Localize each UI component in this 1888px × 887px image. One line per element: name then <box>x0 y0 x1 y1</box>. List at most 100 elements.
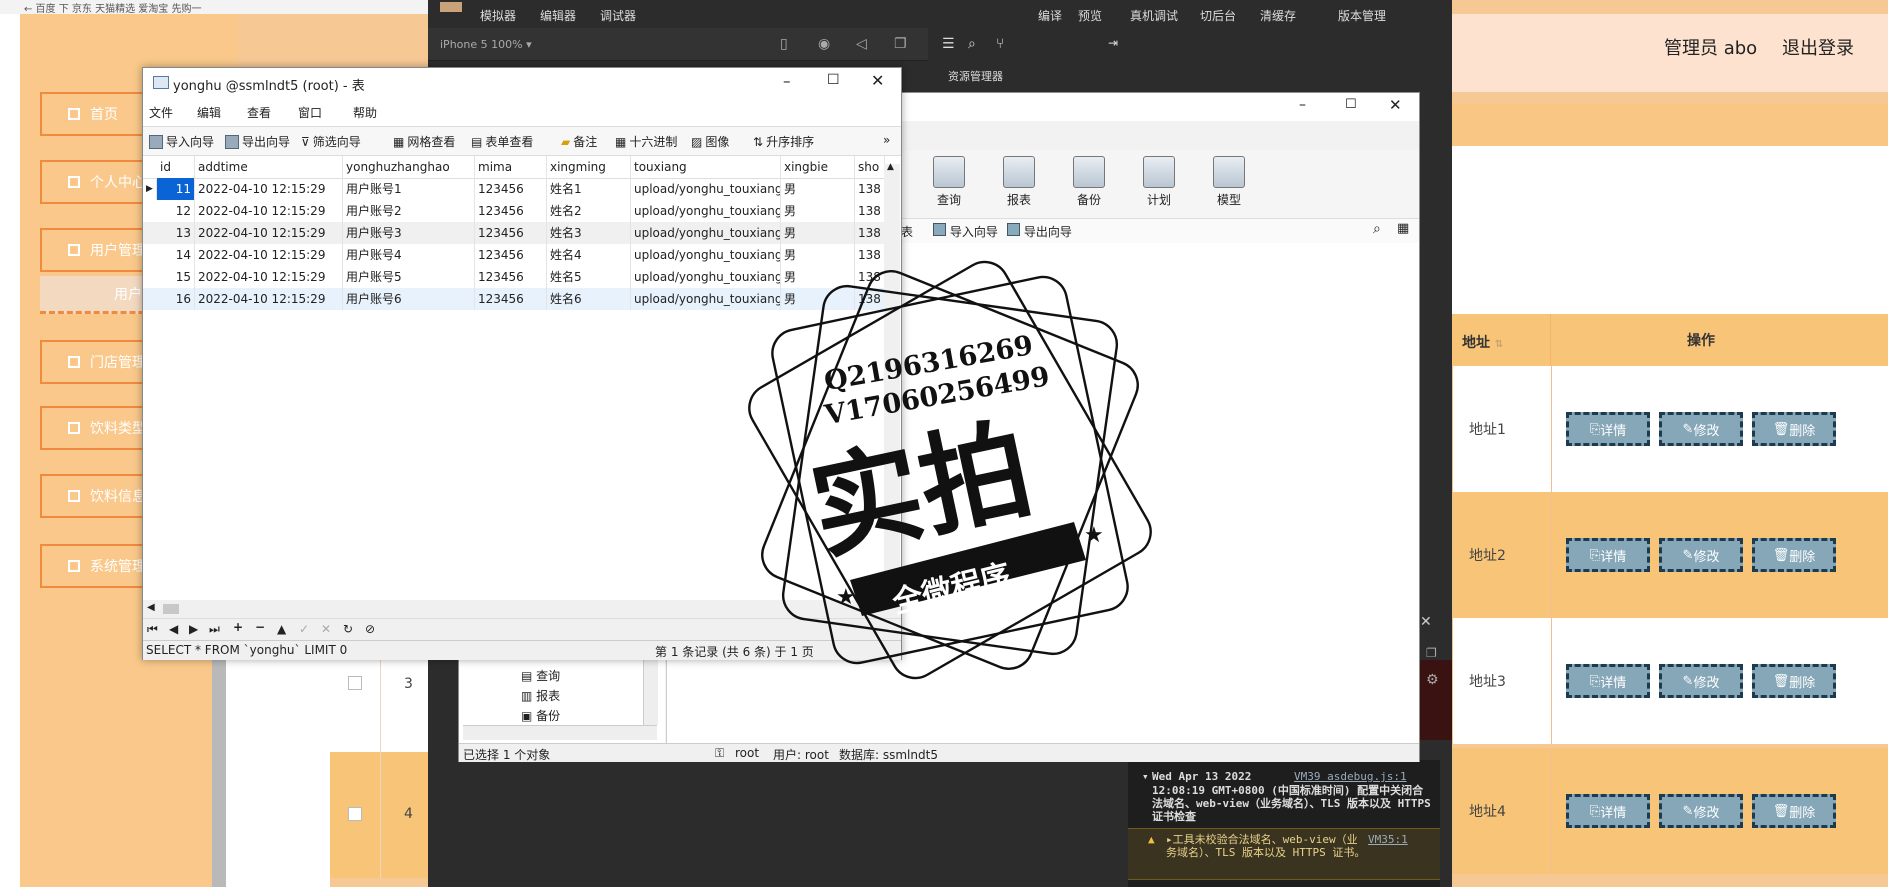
toolbar-schedule-button[interactable]: 计划 <box>1129 156 1189 208</box>
close-icon[interactable]: ✕ <box>1420 614 1432 630</box>
last-record-icon[interactable]: ⏭ <box>209 622 220 637</box>
search-icon[interactable]: ⌕ <box>968 36 976 52</box>
volume-icon[interactable]: ◁ <box>856 36 867 52</box>
edit-button[interactable]: ✎ 修改 <box>1659 794 1743 828</box>
menu-compile[interactable]: 编译 <box>1038 7 1062 24</box>
console-arrow-icon[interactable]: ▾ <box>1142 770 1149 783</box>
cell-password[interactable]: 123456 <box>475 244 547 266</box>
cell-id[interactable]: 15 <box>157 266 195 288</box>
cell-avatar[interactable]: upload/yonghu_touxiang <box>631 200 781 222</box>
cell-id[interactable]: 11 <box>157 178 195 200</box>
menu-view[interactable]: 查看 <box>247 104 271 121</box>
table-button[interactable]: 表 <box>901 223 913 240</box>
cell-addtime[interactable]: 2022-04-10 12:15:29 <box>195 244 343 266</box>
edit-button[interactable]: ✎ 修改 <box>1659 664 1743 698</box>
cell-addtime[interactable]: 2022-04-10 12:15:29 <box>195 266 343 288</box>
table-row[interactable]: ▶ 11 2022-04-10 12:15:29 用户账号1 123456 姓名1 uplo… <box>143 178 885 200</box>
import-wizard-button[interactable]: 导入向导 <box>149 133 214 150</box>
add-record-icon[interactable]: + <box>233 620 243 634</box>
cell-account[interactable]: 用户账号5 <box>343 266 475 288</box>
stop-icon[interactable]: ⊘ <box>365 622 375 636</box>
edit-button[interactable]: ✎ 修改 <box>1659 412 1743 446</box>
sort-icon[interactable]: ⇅ <box>1495 339 1503 350</box>
cell-id[interactable]: 13 <box>157 222 195 244</box>
column-header-id[interactable]: id <box>157 156 195 178</box>
toolbar-report-button[interactable]: 报表 <box>989 156 1049 208</box>
close-icon[interactable]: ✕ <box>871 71 884 90</box>
bookmarks-text[interactable]: ← 百度 下 京东 天猫精选 爱淘宝 先购一 <box>0 4 201 14</box>
cancel-icon[interactable]: ✕ <box>321 622 331 636</box>
confirm-icon[interactable]: ✓ <box>299 622 309 636</box>
tree-item-report[interactable]: ▥ 报表 <box>521 687 560 704</box>
delete-button[interactable]: 🗑 删除 <box>1752 412 1836 446</box>
delete-button[interactable]: 🗑 删除 <box>1752 538 1836 572</box>
menu-device-debug[interactable]: 真机调试 <box>1130 7 1178 24</box>
table-row[interactable]: 13 2022-04-10 12:15:29 用户账号3 123456 姓名3 uploa… <box>143 222 885 244</box>
detail-button[interactable]: ⎘ 详情 <box>1566 412 1650 446</box>
column-header-mima[interactable]: mima <box>475 156 547 178</box>
detail-button[interactable]: ⎘ 详情 <box>1566 664 1650 698</box>
cell-name[interactable]: 姓名5 <box>547 266 631 288</box>
grid-view-button[interactable]: ▦ 网格查看 <box>393 133 455 150</box>
detail-button[interactable]: ⎘ 详情 <box>1566 538 1650 572</box>
row-checkbox[interactable] <box>348 676 362 690</box>
menu-debugger[interactable]: 调试器 <box>600 7 636 24</box>
close-icon[interactable]: ✕ <box>1389 96 1402 114</box>
detail-button[interactable]: ⎘ 详情 <box>1566 794 1650 828</box>
menu-background[interactable]: 切后台 <box>1200 7 1236 24</box>
cell-name[interactable]: 姓名1 <box>547 178 631 200</box>
import-wizard-button[interactable]: 导入向导 <box>933 223 998 240</box>
logout-link[interactable]: 退出登录 <box>1782 34 1854 60</box>
cell-id[interactable]: 12 <box>157 200 195 222</box>
cell-id[interactable]: 14 <box>157 244 195 266</box>
cell-account[interactable]: 用户账号2 <box>343 200 475 222</box>
cell-account[interactable]: 用户账号6 <box>343 288 475 310</box>
cell-addtime[interactable]: 2022-04-10 12:15:29 <box>195 222 343 244</box>
row-checkbox[interactable] <box>348 807 362 821</box>
cell-avatar[interactable]: upload/yonghu_touxiang <box>631 178 781 200</box>
scroll-thumb[interactable] <box>163 604 179 614</box>
first-record-icon[interactable]: ⏮ <box>147 622 158 637</box>
scroll-up-icon[interactable]: ▲ <box>887 162 894 172</box>
warning-source-link[interactable]: VM35:1 <box>1368 833 1408 846</box>
gear-icon[interactable]: ⚙ <box>1426 672 1439 688</box>
list-icon[interactable]: ☰ <box>942 36 955 52</box>
cell-password[interactable]: 123456 <box>475 200 547 222</box>
cell-password[interactable]: 123456 <box>475 178 547 200</box>
column-header-xingming[interactable]: xingming <box>547 156 631 178</box>
delete-button[interactable]: 🗑 删除 <box>1752 664 1836 698</box>
filter-wizard-button[interactable]: ⊽ 筛选向导 <box>301 133 361 150</box>
menu-window[interactable]: 窗口 <box>298 104 322 121</box>
branch-icon[interactable]: ⑂ <box>996 36 1004 52</box>
maximize-icon[interactable]: ☐ <box>1345 97 1357 112</box>
window-icon[interactable]: ❐ <box>894 36 907 52</box>
cell-password[interactable]: 123456 <box>475 288 547 310</box>
apply-icon[interactable]: ▲ <box>277 622 286 636</box>
toolbar-overflow-icon[interactable]: » <box>883 133 890 147</box>
prev-record-icon[interactable]: ◀ <box>169 622 178 636</box>
column-header-xingbie[interactable]: xingbie <box>781 156 855 178</box>
cell-account[interactable]: 用户账号4 <box>343 244 475 266</box>
cell-phone[interactable]: 138 <box>855 178 885 200</box>
tree-item-backup[interactable]: ▣ 备份 <box>521 707 560 724</box>
cell-name[interactable]: 姓名3 <box>547 222 631 244</box>
collapse-icon[interactable]: ⇥ <box>1108 36 1118 50</box>
cell-name[interactable]: 姓名4 <box>547 244 631 266</box>
cell-addtime[interactable]: 2022-04-10 12:15:29 <box>195 178 343 200</box>
cell-addtime[interactable]: 2022-04-10 12:15:29 <box>195 288 343 310</box>
minimize-icon[interactable]: – <box>783 72 791 90</box>
cell-password[interactable]: 123456 <box>475 266 547 288</box>
menu-editor[interactable]: 编辑器 <box>540 7 576 24</box>
column-header-touxiang[interactable]: touxiang <box>631 156 781 178</box>
avatar[interactable] <box>440 2 462 12</box>
cell-gender[interactable]: 男 <box>781 200 855 222</box>
menu-edit[interactable]: 编辑 <box>197 104 221 121</box>
window-icon[interactable]: ❐ <box>1426 646 1437 660</box>
cell-account[interactable]: 用户账号3 <box>343 222 475 244</box>
sort-asc-button[interactable]: ⇅ 升序排序 <box>753 133 814 150</box>
menu-help[interactable]: 帮助 <box>353 104 377 121</box>
menu-simulator[interactable]: 模拟器 <box>480 7 516 24</box>
cell-phone[interactable]: 138 <box>855 200 885 222</box>
cell-password[interactable]: 123456 <box>475 222 547 244</box>
toolbar-query-button[interactable]: 查询 <box>919 156 979 208</box>
